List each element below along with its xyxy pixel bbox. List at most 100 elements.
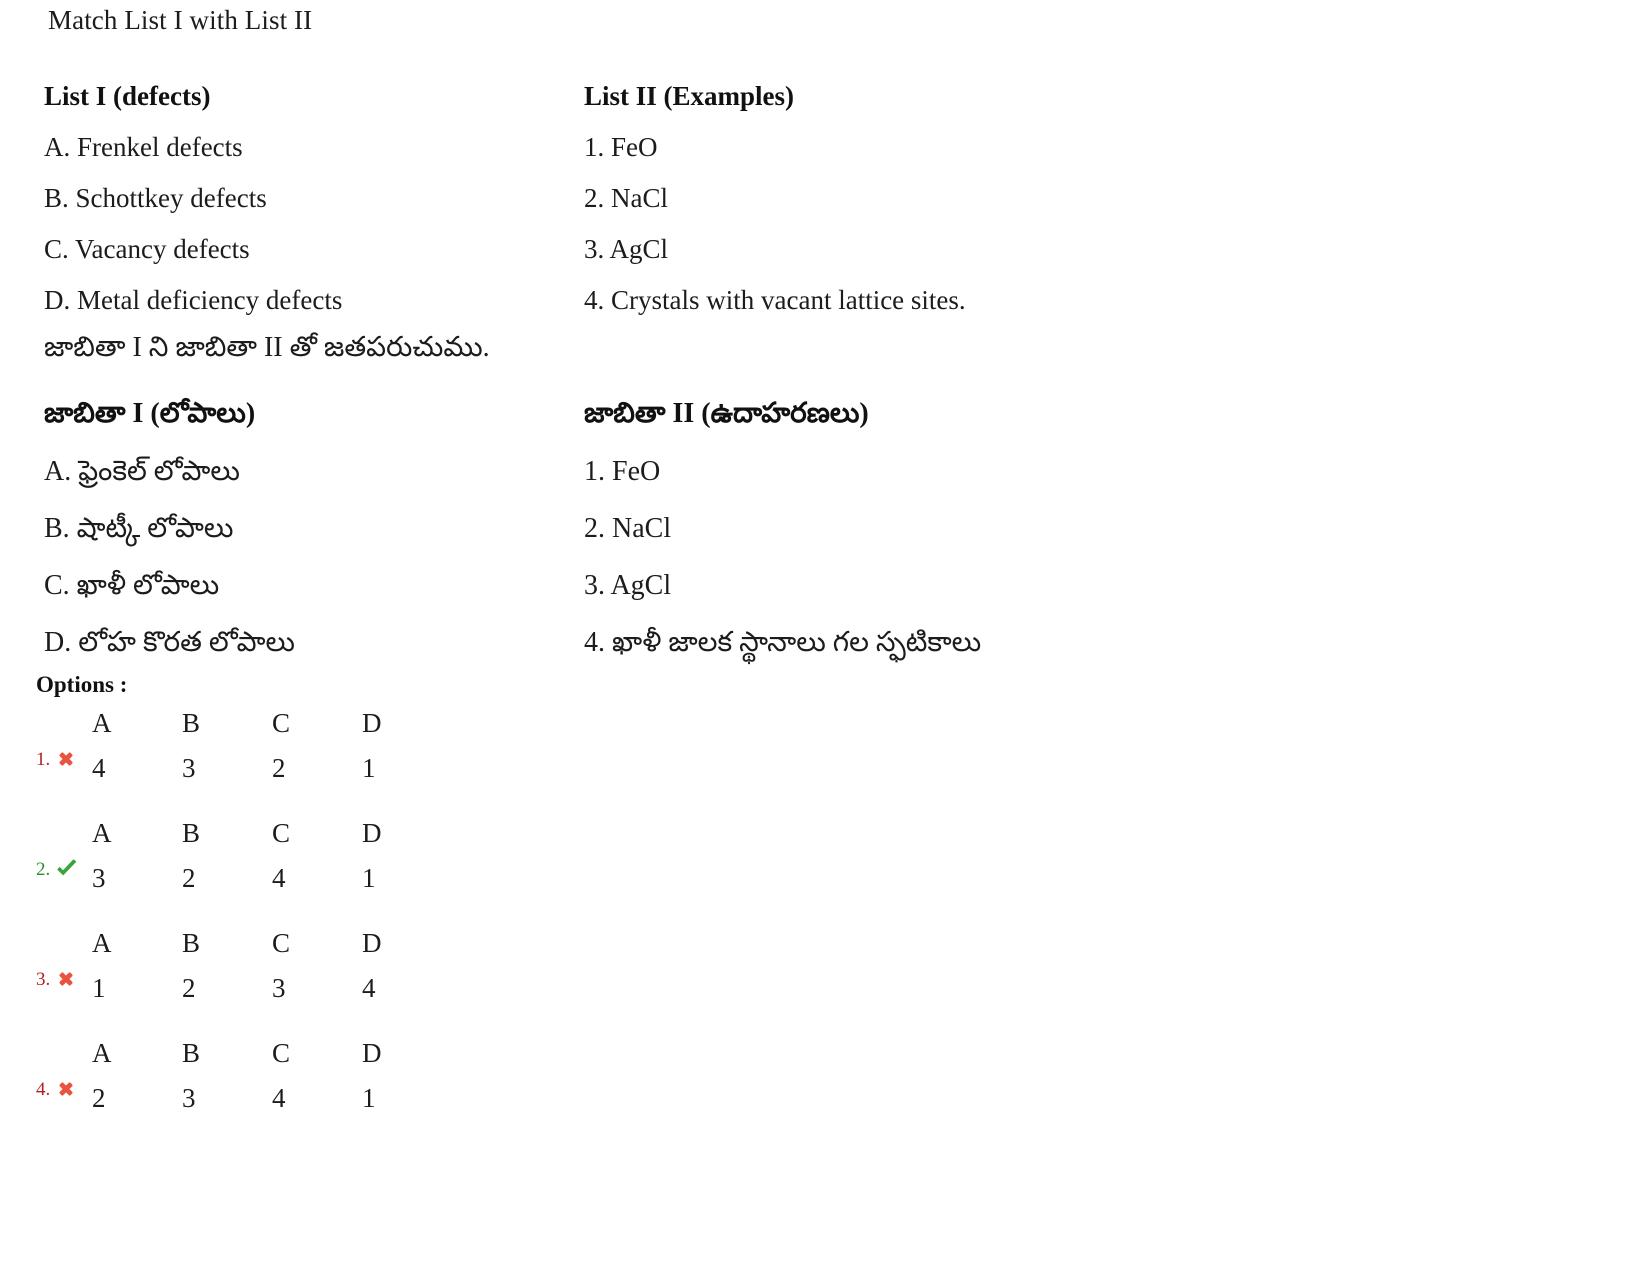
column-header-c: C [272,708,291,738]
option-values: 4 3 2 1 [92,746,512,790]
telugu-list-item-row: D. లోహ కొరత లోపాలు 4. ఖాళీ జాలక స్థానాలు… [44,614,1604,671]
option-row[interactable]: 2. A B C D 3 2 4 1 [30,810,550,920]
option-values: 2 3 4 1 [92,1076,512,1120]
column-header-a: A [92,928,112,958]
option-grid: A B C D 1 2 3 4 [92,920,512,1010]
option-value-a: 2 [92,1083,106,1113]
telugu-list2-item-2: 2. NaCl [584,513,672,544]
option-value-a: 1 [92,973,106,1003]
list-item-row: C. Vacancy defects 3. AgCl [44,224,1604,275]
option-value-c: 3 [272,973,286,1003]
option-value-d: 1 [362,753,376,783]
column-header-a: A [92,1038,112,1068]
option-value-a: 4 [92,753,106,783]
list2-header: List II (Examples) [584,81,795,111]
telugu-list2-item-4: 4. ఖాళీ జాలక స్థానాలు గల స్ఫటికాలు [584,627,982,658]
option-row[interactable]: 3. A B C D 1 2 3 4 [30,920,550,1030]
list-item-row: D. Metal deficiency defects 4. Crystals … [44,275,1604,326]
telugu-list1-item-d: D. లోహ కొరత లోపాలు [44,627,295,658]
column-header-d: D [362,818,382,848]
check-icon [55,858,77,880]
option-grid: A B C D 4 3 2 1 [92,700,512,790]
question-stem-english: Match List I with List II [48,5,313,35]
telugu-list1-column: జాబితా I (లోపాలు) [44,385,584,443]
options-label: Options : [36,672,128,697]
cross-icon [55,968,77,990]
telugu-list-item-row: A. ఫ్రెంకెల్ లోపాలు 1. FeO [44,443,1604,500]
column-header-a: A [92,818,112,848]
english-lists: List I (defects) List II (Examples) A. F… [44,70,1604,326]
option-number: 4. [36,1078,51,1100]
column-header-b: B [182,1038,201,1068]
telugu-list-item-row: B. షాట్కీ లోపాలు 2. NaCl [44,500,1604,557]
list2-item-4: 4. Crystals with vacant lattice sites. [584,285,966,315]
option-number: 1. [36,748,51,770]
option-values: 3 2 4 1 [92,856,512,900]
list1-item-a: A. Frenkel defects [44,132,243,162]
option-marker: 3. [36,968,77,990]
english-list-headers-row: List I (defects) List II (Examples) [44,70,1604,122]
telugu-lists: జాబితా I (లోపాలు) జాబితా II (ఉదాహరణలు) A… [44,385,1604,671]
question-page: Match List I with List II List I (defect… [0,0,1651,1275]
option-grid: A B C D 2 3 4 1 [92,1030,512,1120]
option-value-c: 4 [272,1083,286,1113]
telugu-list2-column: జాబితా II (ఉదాహరణలు) [584,385,1604,443]
list-item-row: A. Frenkel defects 1. FeO [44,122,1604,173]
telugu-list1-item-c: C. ఖాళీ లోపాలు [44,570,220,601]
column-header-c: C [272,1038,291,1068]
cross-icon [55,1078,77,1100]
telugu-list1-item-b: B. షాట్కీ లోపాలు [44,513,234,544]
english-list1-column: List I (defects) [44,70,584,122]
column-header-c: C [272,818,291,848]
option-value-b: 2 [182,863,196,893]
option-grid: A B C D 3 2 4 1 [92,810,512,900]
list1-item-b: B. Schottkey defects [44,183,267,213]
option-values: 1 2 3 4 [92,966,512,1010]
options-list: 1. A B C D 4 3 2 1 2. A B C D 3 2 4 1 3.… [30,700,550,1140]
option-number: 3. [36,968,51,990]
option-row[interactable]: 1. A B C D 4 3 2 1 [30,700,550,810]
option-column-headers: A B C D [92,700,512,746]
option-value-a: 3 [92,863,106,893]
option-value-d: 1 [362,863,376,893]
cross-icon [55,748,77,770]
telugu-list1-item-a: A. ఫ్రెంకెల్ లోపాలు [44,456,240,487]
telugu-list-headers-row: జాబితా I (లోపాలు) జాబితా II (ఉదాహరణలు) [44,385,1604,443]
option-value-b: 2 [182,973,196,1003]
telugu-list2-item-3: 3. AgCl [584,570,672,601]
option-column-headers: A B C D [92,920,512,966]
option-value-d: 4 [362,973,376,1003]
option-row[interactable]: 4. A B C D 2 3 4 1 [30,1030,550,1140]
list2-item-2: 2. NaCl [584,183,668,213]
option-number: 2. [36,858,51,880]
option-value-c: 4 [272,863,286,893]
telugu-list2-header: జాబితా II (ఉదాహరణలు) [584,398,869,429]
option-value-c: 2 [272,753,286,783]
option-column-headers: A B C D [92,1030,512,1076]
list1-item-c: C. Vacancy defects [44,234,250,264]
option-marker: 1. [36,748,77,770]
column-header-a: A [92,708,112,738]
english-list2-column: List II (Examples) [584,70,1604,122]
option-value-d: 1 [362,1083,376,1113]
column-header-b: B [182,708,201,738]
option-value-b: 3 [182,1083,196,1113]
option-marker: 2. [36,858,77,880]
telugu-list2-item-1: 1. FeO [584,456,661,487]
option-value-b: 3 [182,753,196,783]
column-header-c: C [272,928,291,958]
list2-item-3: 3. AgCl [584,234,669,264]
list2-item-1: 1. FeO [584,132,658,162]
question-stem-telugu: జాబితా I ని జాబితా II తో జతపరుచుము. [44,332,490,363]
column-header-d: D [362,708,382,738]
column-header-b: B [182,928,201,958]
telugu-list1-header: జాబితా I (లోపాలు) [44,398,256,429]
column-header-b: B [182,818,201,848]
list1-item-d: D. Metal deficiency defects [44,285,343,315]
list1-header: List I (defects) [44,81,211,111]
list-item-row: B. Schottkey defects 2. NaCl [44,173,1604,224]
option-marker: 4. [36,1078,77,1100]
column-header-d: D [362,928,382,958]
telugu-list-item-row: C. ఖాళీ లోపాలు 3. AgCl [44,557,1604,614]
column-header-d: D [362,1038,382,1068]
